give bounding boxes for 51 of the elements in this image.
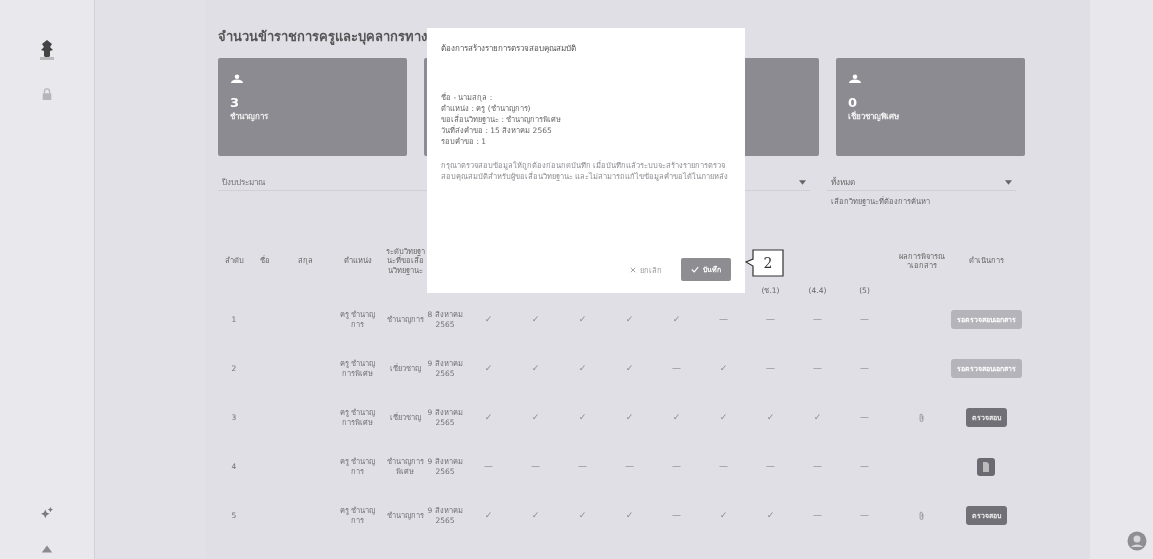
table-cell: ✓ — [719, 509, 728, 522]
table-cell: ✓ — [531, 509, 540, 522]
table-cell: ✓ — [672, 411, 681, 424]
table-cell: — — [766, 362, 775, 375]
dialog-title: ต้องการสร้างรายการตรวจสอบคุณสมบัติ — [441, 43, 577, 55]
stat-count: 0 — [848, 95, 858, 110]
page-title: จำนวนข้าราชการครูและบุคลากรทาง — [218, 28, 427, 47]
table-cell: — — [719, 313, 728, 326]
table-cell: — — [766, 313, 775, 326]
table-cell: — — [813, 313, 822, 326]
table-cell: ✓ — [625, 509, 634, 522]
table-cell: — — [672, 362, 681, 375]
table-cell: ✓ — [766, 509, 775, 522]
table-cell: — — [766, 460, 775, 473]
table-cell: ✓ — [531, 313, 540, 326]
table-cell: ✓ — [719, 411, 728, 424]
table-cell: — — [813, 509, 822, 522]
table-cell: ✓ — [484, 362, 493, 375]
table-cell: ✓ — [484, 509, 493, 522]
table-cell: ✓ — [484, 313, 493, 326]
table-cell: ✓ — [813, 411, 822, 424]
table-cell: — — [719, 460, 728, 473]
table-cell: — — [672, 509, 681, 522]
table-cell: ✓ — [531, 411, 540, 424]
table-cell: — — [860, 460, 869, 473]
table-cell: — — [578, 460, 587, 473]
table-cell: — — [860, 362, 869, 375]
table-cell: ✓ — [531, 362, 540, 375]
table-cell: ✓ — [578, 313, 587, 326]
stat-label: ชำนาญการ — [230, 111, 268, 123]
table-cell: ✓ — [625, 362, 634, 375]
table-cell: — — [860, 411, 869, 424]
table-cell: ✓ — [672, 313, 681, 326]
table-cell: — — [813, 460, 822, 473]
stat-label: เชี่ยวชาญพิเศษ — [848, 110, 899, 123]
table-cell: — — [860, 509, 869, 522]
table-cell: ✓ — [578, 362, 587, 375]
table-cell: ✓ — [578, 411, 587, 424]
table-cell: ✓ — [766, 411, 775, 424]
table-cell: ✓ — [625, 411, 634, 424]
table-cell: — — [860, 313, 869, 326]
table-cell: ✓ — [719, 362, 728, 375]
stat-count: 3 — [230, 95, 240, 110]
table-cell: ✓ — [625, 313, 634, 326]
table-cell: — — [672, 460, 681, 473]
table-cell: ✓ — [578, 509, 587, 522]
table-cell: — — [813, 362, 822, 375]
table-cell: — — [531, 460, 540, 473]
table-cell: ✓ — [484, 411, 493, 424]
table-cell: — — [484, 460, 493, 473]
table-cell: — — [625, 460, 634, 473]
